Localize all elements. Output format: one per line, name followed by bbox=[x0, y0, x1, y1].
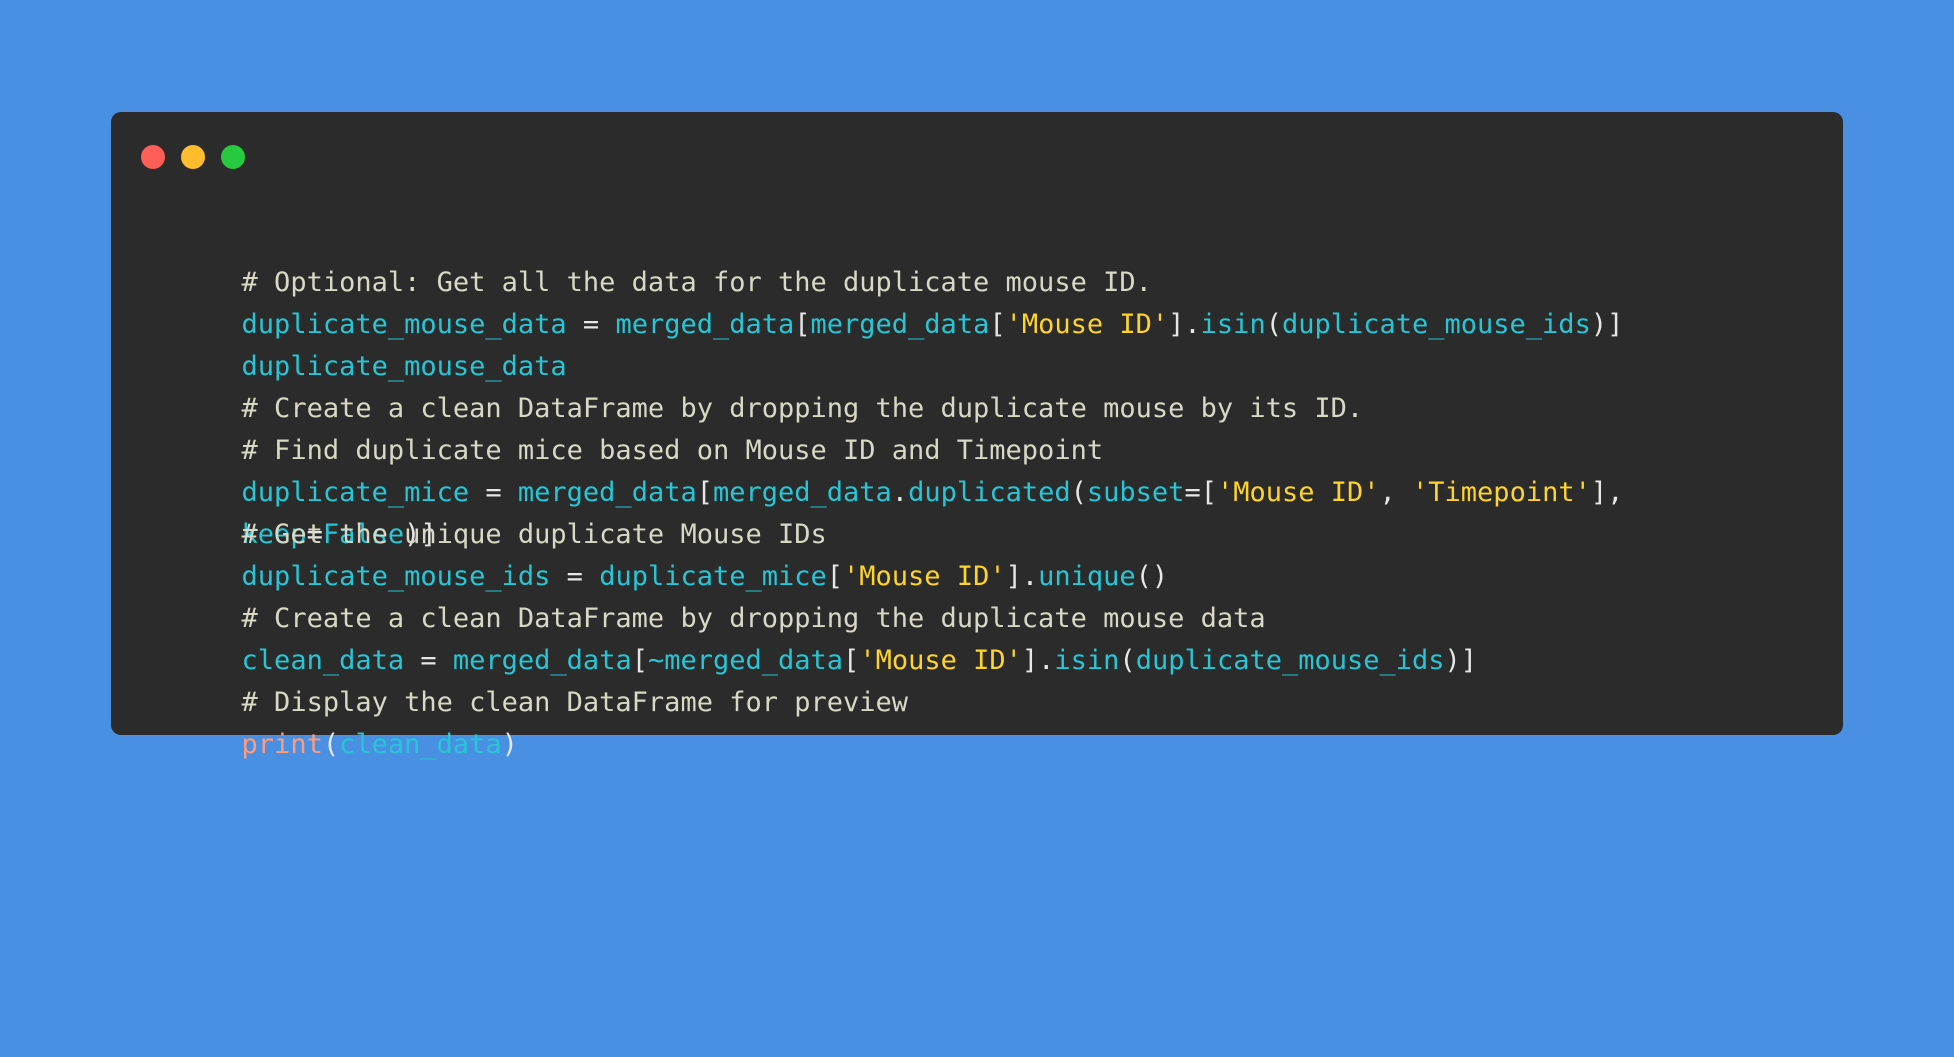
punctuation: )] bbox=[1444, 645, 1478, 676]
identifier: merged_data bbox=[810, 309, 990, 340]
punctuation: ]. bbox=[1021, 645, 1055, 676]
code-line-2: duplicate_mouse_data = merged_data[merge… bbox=[144, 262, 1624, 340]
keyword-arg: subset bbox=[1086, 477, 1185, 508]
code-line-11: # Display the clean DataFrame for previe… bbox=[144, 640, 908, 718]
code-line-12: print(clean_data) bbox=[144, 682, 518, 760]
string: 'Mouse ID' bbox=[1005, 309, 1169, 340]
code-line-8: duplicate_mouse_ids = duplicate_mice['Mo… bbox=[144, 514, 1169, 592]
punctuation: )] bbox=[1590, 309, 1624, 340]
code-line-9: # Create a clean DataFrame by dropping t… bbox=[144, 556, 1266, 634]
punctuation: ( bbox=[1070, 477, 1087, 508]
identifier: duplicate_mouse_ids bbox=[1281, 309, 1591, 340]
punctuation: ( bbox=[322, 729, 340, 760]
code-line-4: # Create a clean DataFrame by dropping t… bbox=[144, 346, 1364, 424]
method: isin bbox=[1054, 645, 1120, 676]
punctuation: ], bbox=[1590, 477, 1624, 508]
punctuation: ( bbox=[1119, 645, 1136, 676]
builtin-function: print bbox=[241, 729, 323, 760]
punctuation: [ bbox=[794, 309, 811, 340]
identifier: merged_data bbox=[615, 309, 795, 340]
punctuation: =[ bbox=[1184, 477, 1217, 508]
punctuation: ) bbox=[501, 729, 518, 760]
method: duplicated bbox=[908, 477, 1071, 508]
minimize-dot-icon[interactable] bbox=[181, 145, 205, 169]
string: 'Timepoint' bbox=[1412, 477, 1591, 508]
punctuation: ( bbox=[1265, 309, 1282, 340]
operator: = bbox=[566, 309, 616, 340]
punctuation: . bbox=[891, 477, 909, 508]
maximize-dot-icon[interactable] bbox=[221, 145, 245, 169]
identifier: duplicate_mouse_ids bbox=[1135, 645, 1445, 676]
method: isin bbox=[1200, 309, 1266, 340]
code-line-7: # Get the unique duplicate Mouse IDs bbox=[144, 472, 827, 550]
code-line-10: clean_data = merged_data[~merged_data['M… bbox=[144, 598, 1478, 676]
punctuation: , bbox=[1379, 477, 1413, 508]
string: 'Mouse ID' bbox=[1216, 477, 1380, 508]
close-dot-icon[interactable] bbox=[141, 145, 165, 169]
code-line-6: duplicate_mice = merged_data[merged_data… bbox=[144, 430, 1624, 508]
punctuation: ]. bbox=[1168, 309, 1201, 340]
punctuation: [ bbox=[989, 309, 1006, 340]
identifier: clean_data bbox=[339, 729, 502, 760]
code-line-1: # Optional: Get all the data for the dup… bbox=[144, 220, 1152, 298]
code-block: # Optional: Get all the data for the dup… bbox=[144, 220, 1624, 1057]
code-line-3: duplicate_mouse_data bbox=[144, 304, 567, 382]
code-window: # Optional: Get all the data for the dup… bbox=[111, 112, 1843, 760]
code-line-5: # Find duplicate mice based on Mouse ID … bbox=[144, 388, 1104, 466]
